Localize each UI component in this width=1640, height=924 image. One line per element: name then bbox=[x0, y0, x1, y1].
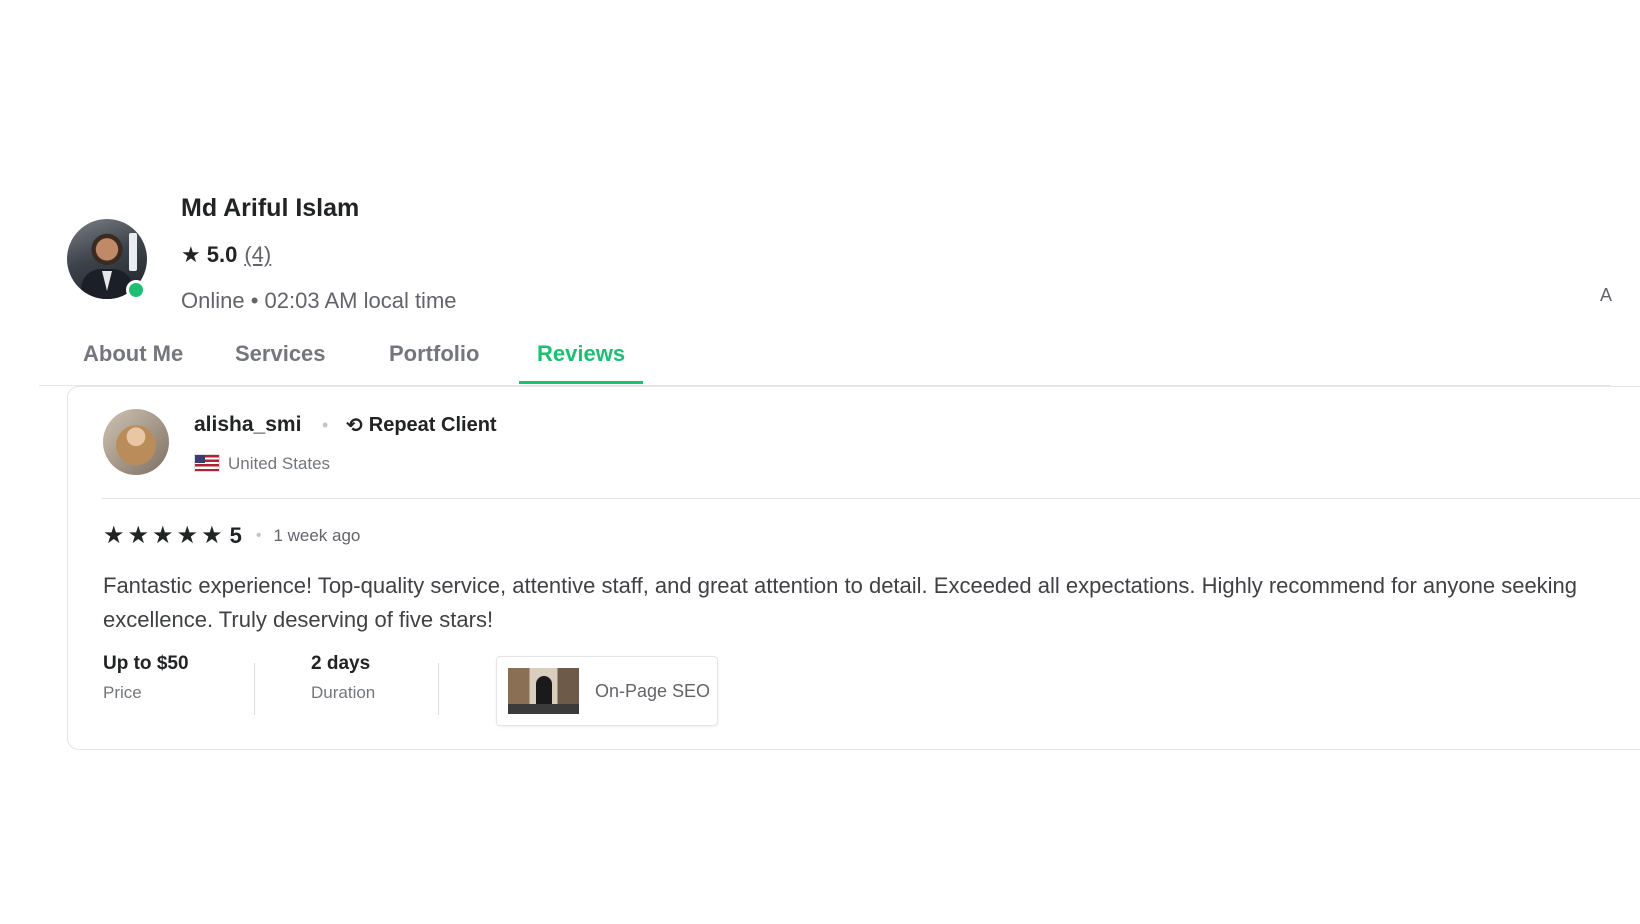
page: Md Ariful Islam ★ 5.0 (4) Online • 02:03… bbox=[0, 0, 1640, 924]
price-label: Price bbox=[103, 683, 142, 702]
gig-thumbnail bbox=[508, 668, 579, 714]
repeat-icon: ⟲ bbox=[346, 415, 363, 437]
duration-label: Duration bbox=[311, 683, 376, 702]
star-icon: ★ bbox=[201, 522, 223, 549]
duration-info: 2 days Duration bbox=[311, 653, 375, 703]
rating-count-link[interactable]: (4) bbox=[244, 242, 271, 268]
review-score: 5 bbox=[229, 522, 242, 548]
reviewer-name[interactable]: alisha_smi bbox=[194, 413, 301, 437]
review-rating: ★ ★ ★ ★ ★ 5 • 1 week ago bbox=[103, 521, 360, 550]
tab-reviews[interactable]: Reviews bbox=[519, 341, 644, 384]
seller-avatar[interactable] bbox=[67, 219, 147, 300]
seller-rating: ★ 5.0 (4) bbox=[181, 242, 271, 268]
seller-status: Online • 02:03 AM local time bbox=[181, 288, 457, 313]
price-info: Up to $50 Price bbox=[103, 653, 189, 703]
star-icon: ★ bbox=[176, 522, 199, 549]
star-icon: ★ bbox=[181, 242, 201, 267]
online-status-dot bbox=[126, 280, 146, 300]
gig-link[interactable]: On-Page SEO bbox=[496, 656, 718, 726]
reviewer-country: United States bbox=[228, 454, 331, 473]
us-flag-icon bbox=[194, 454, 220, 472]
card-divider bbox=[102, 498, 1640, 499]
meta-divider bbox=[438, 663, 439, 715]
profile-tabs: About Me Services Portfolio Reviews bbox=[39, 333, 1611, 386]
repeat-client-badge: ⟲ Repeat Client bbox=[346, 413, 497, 438]
repeat-client-label: Repeat Client bbox=[368, 414, 497, 436]
review-card: alisha_smi • ⟲ Repeat Client United Stat… bbox=[67, 386, 1640, 750]
separator-dot: • bbox=[255, 526, 262, 544]
rating-score: 5.0 bbox=[206, 242, 238, 267]
reviewer-avatar[interactable] bbox=[103, 409, 169, 475]
truncated-edge-text: A bbox=[1600, 285, 1613, 305]
star-icon: ★ bbox=[127, 522, 150, 549]
gig-title: On-Page SEO bbox=[595, 681, 711, 701]
duration-value: 2 days bbox=[311, 653, 371, 674]
tab-services[interactable]: Services bbox=[235, 341, 326, 381]
star-icon: ★ bbox=[152, 522, 174, 549]
seller-name[interactable]: Md Ariful Islam bbox=[181, 194, 359, 223]
review-time: 1 week ago bbox=[273, 525, 361, 545]
separator-dot: • bbox=[322, 415, 329, 435]
star-icon: ★ bbox=[103, 522, 125, 549]
tab-about-me[interactable]: About Me bbox=[83, 341, 183, 381]
tab-portfolio[interactable]: Portfolio bbox=[389, 341, 479, 381]
price-value: Up to $50 bbox=[103, 653, 189, 674]
meta-divider bbox=[254, 663, 255, 715]
review-text: Fantastic experience! Top-quality servic… bbox=[103, 573, 1578, 632]
